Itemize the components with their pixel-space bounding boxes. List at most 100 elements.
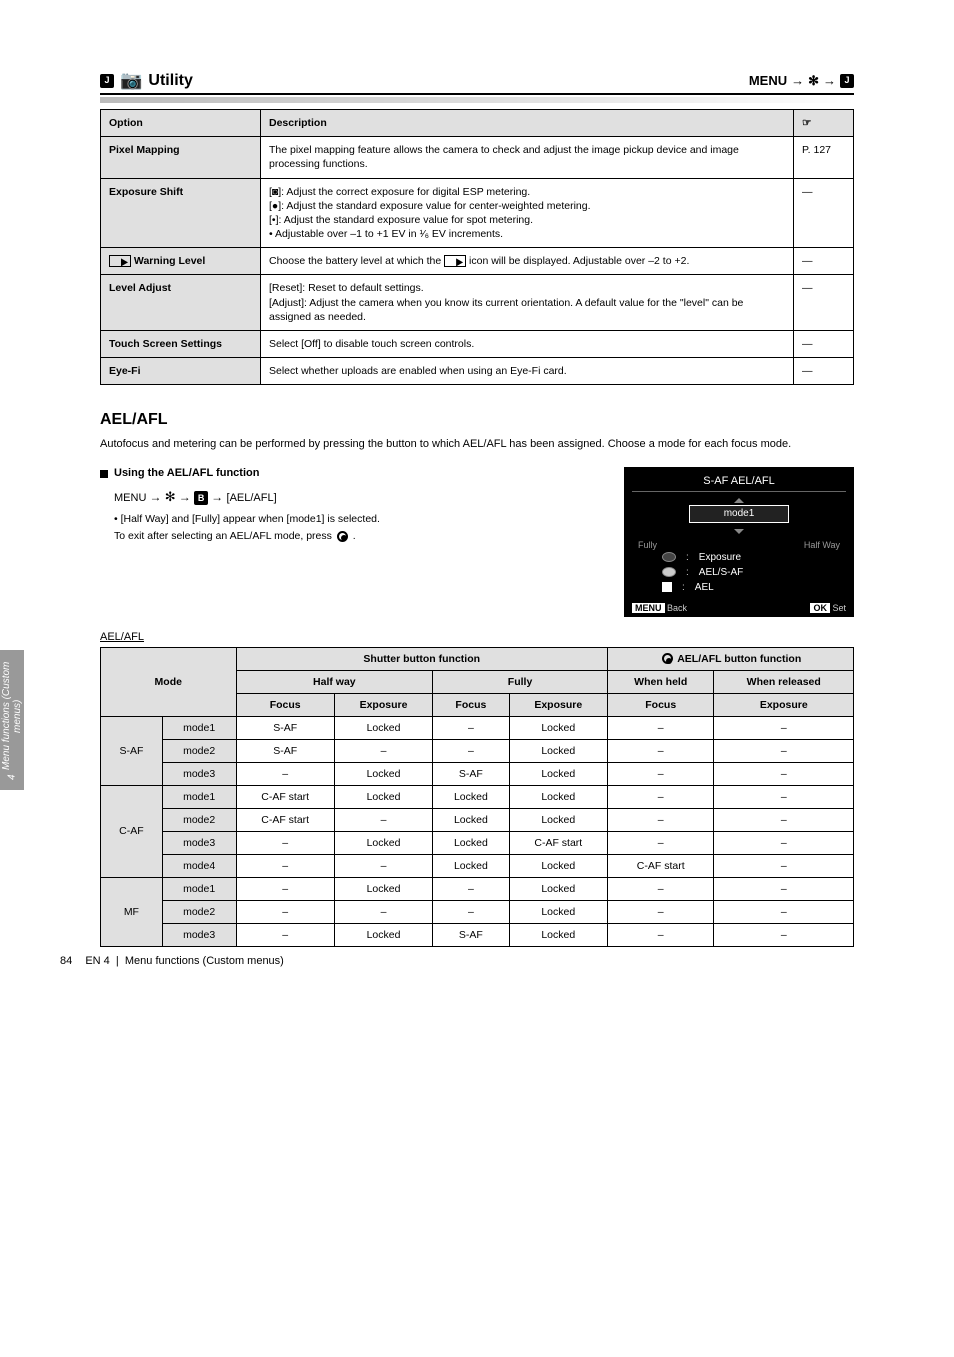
- cell: –: [236, 854, 334, 877]
- cell: –: [714, 900, 854, 923]
- col-option: Option: [101, 110, 261, 137]
- mode-cell: mode2: [162, 808, 236, 831]
- battery-card-icon: [444, 255, 466, 267]
- page-footer: 84 EN 4 | Menu functions (Custom menus): [60, 955, 284, 967]
- step-note-b: To exit after selecting an AEL/AFL mode,…: [114, 530, 335, 542]
- gear-icon: ✻: [808, 73, 819, 89]
- cell: –: [714, 877, 854, 900]
- cell: Locked: [509, 739, 607, 762]
- mode-cell: mode3: [162, 831, 236, 854]
- row-warning-level-desc: Choose the battery level at which the ic…: [261, 248, 794, 275]
- cell: –: [607, 923, 714, 946]
- gear-icon: ✻: [165, 489, 176, 504]
- col-released: When released: [714, 670, 854, 693]
- col-reference: ☞: [794, 110, 854, 137]
- arrow-icon: →: [211, 490, 226, 504]
- aelafl-mode-table: Mode Shutter button function AEL/AFL but…: [100, 647, 854, 947]
- cell: Locked: [334, 923, 432, 946]
- group-caf: C-AF: [101, 785, 163, 877]
- col-mode: Mode: [101, 647, 237, 716]
- lcd-row: : AEL/S-AF: [632, 567, 846, 578]
- cell: –: [236, 923, 334, 946]
- lcd-value: Exposure: [699, 552, 741, 563]
- mode-cell: mode2: [162, 739, 236, 762]
- up-triangle-icon: [734, 498, 744, 503]
- cell: –: [236, 900, 334, 923]
- lcd-footer-ok-box: OK: [810, 603, 830, 613]
- mode-cell: mode2: [162, 900, 236, 923]
- cell: S-AF: [236, 716, 334, 739]
- cell: –: [236, 877, 334, 900]
- lcd-half-label: Half Way: [804, 540, 840, 550]
- arrow-icon: →: [179, 490, 194, 504]
- row-touch-screen-desc: Select [Off] to disable touch screen con…: [261, 330, 794, 357]
- page-number: 84: [60, 955, 72, 967]
- cell: –: [433, 900, 509, 923]
- section-header: J 📷 Utility MENU → ✻ → J: [100, 70, 854, 95]
- footer-text: Menu functions (Custom menus): [125, 955, 284, 967]
- sub-focus: Focus: [236, 693, 334, 716]
- cell: –: [607, 900, 714, 923]
- cell: –: [714, 739, 854, 762]
- cell: C-AF start: [509, 831, 607, 854]
- title-underline: [100, 97, 854, 103]
- sub-exposure: Exposure: [714, 693, 854, 716]
- cell: –: [236, 762, 334, 785]
- aelafl-heading: AEL/AFL: [100, 411, 854, 429]
- cell: –: [714, 762, 854, 785]
- lcd-footer-back: Back: [667, 603, 687, 613]
- row-eyefi-ref: —: [794, 358, 854, 385]
- col-held: When held: [607, 670, 714, 693]
- arrow-icon: →: [791, 73, 804, 88]
- aelafl-columns: Using the AEL/AFL function MENU → ✻ → B …: [100, 467, 854, 617]
- cell: C-AF start: [236, 808, 334, 831]
- side-tab-label: Menu functions (Custom menus): [1, 660, 23, 772]
- bullet-item: Using the AEL/AFL function: [100, 467, 604, 479]
- lcd-selected-item: mode1: [689, 505, 789, 523]
- cell: –: [607, 785, 714, 808]
- colon-icon: :: [686, 567, 689, 578]
- row-pixel-mapping-ref: P. 127: [794, 137, 854, 178]
- mode-cell: mode3: [162, 762, 236, 785]
- aelafl-steps: MENU → ✻ → B → [AEL/AFL] • [Half Way] an…: [114, 487, 604, 545]
- cell: Locked: [509, 923, 607, 946]
- cell: S-AF: [236, 739, 334, 762]
- reference-hand-icon: ☞: [802, 116, 811, 130]
- aelafl-text-column: Using the AEL/AFL function MENU → ✻ → B …: [100, 467, 604, 545]
- cell: –: [607, 716, 714, 739]
- mode-cell: mode3: [162, 923, 236, 946]
- menu-j-icon: J: [840, 74, 854, 88]
- aelafl-description: Autofocus and metering can be performed …: [100, 437, 854, 452]
- arrow-icon: →: [149, 490, 164, 504]
- record-dot-icon: [337, 531, 348, 542]
- aelafl-subheading: AEL/AFL: [100, 631, 854, 643]
- step-note-c: .: [353, 530, 356, 542]
- battery-card-icon: [109, 255, 131, 267]
- dial-dark-icon: [662, 552, 676, 562]
- section-header-left: J 📷 Utility: [100, 70, 193, 91]
- lcd-title: S-AF AEL/AFL: [632, 475, 846, 492]
- mode-cell: mode1: [162, 785, 236, 808]
- cell: C-AF start: [236, 785, 334, 808]
- cell: –: [714, 923, 854, 946]
- row-eyefi-opt: Eye-Fi: [101, 358, 261, 385]
- cell: –: [433, 877, 509, 900]
- group-mf: MF: [101, 877, 163, 946]
- row-touch-screen-ref: —: [794, 330, 854, 357]
- camera-lcd-mock: S-AF AEL/AFL mode1 Fully Half Way : Expo…: [624, 467, 854, 617]
- cell: C-AF start: [607, 854, 714, 877]
- arrow-icon: →: [823, 73, 836, 88]
- cell: –: [714, 808, 854, 831]
- col-aelafl-btn: AEL/AFL button function: [607, 647, 853, 670]
- down-triangle-icon: [734, 529, 744, 534]
- cell: Locked: [334, 762, 432, 785]
- group-saf: S-AF: [101, 716, 163, 785]
- mode-cell: mode1: [162, 877, 236, 900]
- dial-light-icon: [662, 567, 676, 577]
- row-exposure-shift-opt: Exposure Shift: [101, 178, 261, 248]
- section-header-right: MENU → ✻ → J: [749, 73, 854, 89]
- cell: Locked: [433, 831, 509, 854]
- footer-chapter: EN 4: [85, 955, 109, 967]
- section-title: Utility: [148, 72, 192, 90]
- cell: –: [433, 739, 509, 762]
